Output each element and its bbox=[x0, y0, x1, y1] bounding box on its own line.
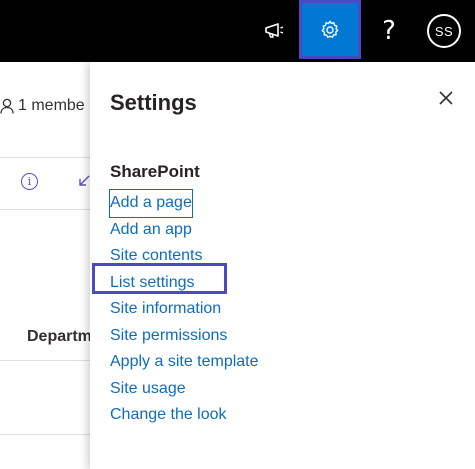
account-button[interactable]: SS bbox=[424, 0, 464, 62]
megaphone-icon bbox=[265, 23, 284, 38]
link-add-an-app[interactable]: Add an app bbox=[110, 217, 259, 244]
column-header-department[interactable]: Departm bbox=[27, 328, 92, 346]
feedback-button[interactable] bbox=[252, 0, 298, 62]
link-site-permissions[interactable]: Site permissions bbox=[110, 323, 259, 350]
settings-button[interactable] bbox=[299, 0, 361, 59]
highlight-box-list-settings bbox=[92, 263, 227, 294]
divider bbox=[0, 360, 92, 361]
suite-bar: ? SS bbox=[0, 0, 475, 62]
gear-icon bbox=[321, 20, 339, 38]
collapse-icon[interactable] bbox=[77, 174, 91, 193]
help-button[interactable]: ? bbox=[366, 0, 412, 62]
list-page-background: 1 membe i Departm bbox=[0, 62, 92, 469]
settings-panel: Settings SharePoint Add a page Add an ap… bbox=[90, 62, 475, 469]
settings-links: Add a page Add an app Site contents List… bbox=[109, 189, 259, 429]
person-icon bbox=[0, 98, 14, 114]
link-site-information[interactable]: Site information bbox=[110, 296, 259, 323]
divider bbox=[0, 209, 92, 210]
avatar: SS bbox=[427, 14, 461, 48]
panel-title: Settings bbox=[110, 90, 197, 115]
close-icon[interactable] bbox=[434, 86, 458, 110]
section-title-sharepoint: SharePoint bbox=[110, 162, 200, 181]
divider bbox=[0, 434, 92, 435]
link-apply-site-template[interactable]: Apply a site template bbox=[110, 349, 259, 376]
link-site-usage[interactable]: Site usage bbox=[110, 376, 259, 403]
link-change-the-look[interactable]: Change the look bbox=[110, 402, 259, 429]
help-icon: ? bbox=[382, 16, 396, 46]
divider bbox=[0, 157, 92, 158]
members-indicator[interactable]: 1 membe bbox=[0, 97, 85, 115]
members-label: 1 membe bbox=[18, 97, 85, 114]
info-icon[interactable]: i bbox=[21, 173, 38, 190]
link-add-a-page[interactable]: Add a page bbox=[109, 189, 193, 218]
